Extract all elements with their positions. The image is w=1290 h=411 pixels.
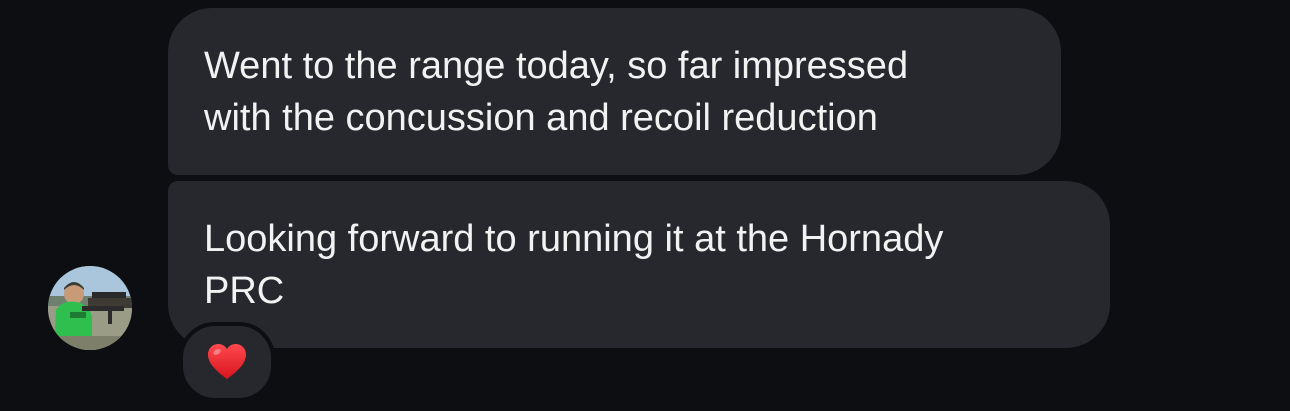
reaction-badge[interactable] <box>179 322 275 402</box>
message-line: Looking forward to running it at the Hor… <box>204 218 944 260</box>
message-bubble[interactable]: Went to the range today, so far impresse… <box>168 8 1061 175</box>
message-line: PRC <box>204 270 285 312</box>
avatar[interactable] <box>48 266 132 350</box>
message-line: with the concussion and recoil reduction <box>204 97 878 139</box>
message-line: Went to the range today, so far impresse… <box>204 45 909 87</box>
message-thread: Went to the range today, so far impresse… <box>0 0 1290 411</box>
avatar-photo-icon <box>48 266 132 350</box>
message-bubble[interactable]: Looking forward to running it at the Hor… <box>168 181 1110 348</box>
heart-icon <box>208 344 246 379</box>
